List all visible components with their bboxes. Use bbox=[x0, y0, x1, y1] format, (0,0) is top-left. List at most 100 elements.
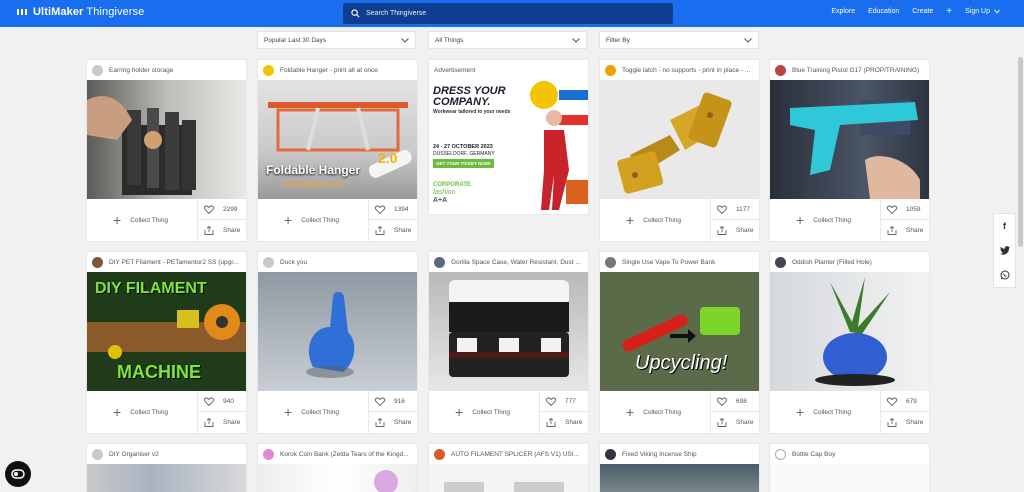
card-title[interactable]: DIY Organiser v2 bbox=[109, 451, 159, 458]
avatar[interactable] bbox=[263, 448, 274, 460]
avatar[interactable] bbox=[605, 448, 616, 460]
thing-image[interactable]: DIY FILAMENT MACHINE bbox=[87, 272, 246, 391]
privacy-settings-button[interactable] bbox=[5, 461, 31, 487]
thing-card[interactable]: Foldable Hanger - print all at once 2.0 … bbox=[257, 59, 418, 242]
avatar[interactable] bbox=[434, 448, 445, 460]
thing-card[interactable]: DIY PET Filament - PETamentor2 SS (upgr.… bbox=[86, 251, 247, 434]
facebook-icon[interactable]: f bbox=[1003, 221, 1006, 231]
avatar[interactable] bbox=[263, 256, 274, 268]
nav-signup[interactable]: Sign Up bbox=[965, 8, 1000, 15]
like-button[interactable]: 1177 bbox=[711, 199, 759, 220]
avatar[interactable] bbox=[263, 64, 274, 76]
thing-card[interactable]: Bottle Cap Boy bbox=[769, 443, 930, 492]
thing-card[interactable]: Oddish Planter (Filled Hole) + Collect Th… bbox=[769, 251, 930, 434]
card-title[interactable]: AUTO FILAMENT SPLICER (AFS V1) USI... bbox=[451, 451, 579, 458]
nav-education[interactable]: Education bbox=[868, 8, 899, 15]
twitter-icon[interactable] bbox=[999, 246, 1010, 255]
thing-card[interactable]: Fixed Viking Incense Ship bbox=[599, 443, 760, 492]
card-title[interactable]: Blue Training Pistol G17 (PROP/TRAINING) bbox=[792, 67, 919, 74]
thing-image[interactable] bbox=[87, 80, 246, 199]
card-title[interactable]: Korok Coin Bank (Zelda Tears of the King… bbox=[280, 451, 409, 458]
share-button[interactable]: Share bbox=[711, 220, 759, 241]
share-button[interactable]: Share bbox=[540, 412, 588, 433]
card-title[interactable]: Duck you bbox=[280, 259, 307, 266]
card-title[interactable]: DIY PET Filament - PETamentor2 SS (upgr.… bbox=[109, 259, 238, 266]
ad-cta-button[interactable]: GET YOUR TICKET NOW! bbox=[433, 159, 494, 168]
card-title[interactable]: Toggle latch - no supports - print in pl… bbox=[622, 67, 750, 74]
advertisement-card[interactable]: Advertisement DRESS YOUR COMPANY. Workwe… bbox=[428, 59, 589, 215]
card-title[interactable]: Foldable Hanger - print all at once bbox=[280, 67, 378, 74]
card-title[interactable]: Earring holder storage bbox=[109, 67, 173, 74]
thing-image[interactable] bbox=[770, 464, 929, 492]
avatar[interactable] bbox=[775, 64, 786, 76]
collect-thing-button[interactable]: + Collect Thing bbox=[87, 199, 197, 241]
thing-card[interactable]: Earring holder storage + Collect Thing 22… bbox=[86, 59, 247, 242]
collect-thing-button[interactable]: + Collect Thing bbox=[87, 391, 197, 433]
collect-thing-button[interactable]: + Collect Thing bbox=[258, 199, 368, 241]
like-button[interactable]: 916 bbox=[369, 391, 417, 412]
share-button[interactable]: Share bbox=[881, 220, 929, 241]
like-button[interactable]: 698 bbox=[711, 391, 759, 412]
share-button[interactable]: Share bbox=[198, 220, 246, 241]
thing-card[interactable]: Single Use Vape To Power Bank Upcycling!… bbox=[599, 251, 760, 434]
thing-image[interactable] bbox=[258, 272, 417, 391]
avatar[interactable] bbox=[605, 256, 616, 268]
nav-explore[interactable]: Explore bbox=[831, 8, 855, 15]
avatar[interactable] bbox=[92, 64, 103, 76]
scrollbar-thumb[interactable] bbox=[1018, 57, 1023, 247]
collect-thing-button[interactable]: + Collect Thing bbox=[770, 391, 880, 433]
filter-by-dropdown[interactable]: Filter By bbox=[599, 31, 759, 49]
thing-image[interactable] bbox=[600, 464, 759, 492]
collect-thing-button[interactable]: + Collect Thing bbox=[600, 391, 710, 433]
thing-image[interactable] bbox=[87, 464, 246, 492]
thing-image[interactable] bbox=[429, 272, 588, 391]
like-button[interactable]: 1059 bbox=[881, 199, 929, 220]
thing-image[interactable] bbox=[258, 464, 417, 492]
card-title[interactable]: Oddish Planter (Filled Hole) bbox=[792, 259, 872, 266]
share-button[interactable]: Share bbox=[369, 220, 417, 241]
sort-dropdown[interactable]: Popular Last 30 Days bbox=[257, 31, 416, 49]
thing-image[interactable] bbox=[600, 80, 759, 199]
like-button[interactable]: 679 bbox=[881, 391, 929, 412]
collect-thing-button[interactable]: + Collect Thing bbox=[600, 199, 710, 241]
card-title[interactable]: Single Use Vape To Power Bank bbox=[622, 259, 715, 266]
thing-image[interactable] bbox=[770, 80, 929, 199]
card-title[interactable]: Fixed Viking Incense Ship bbox=[622, 451, 697, 458]
thing-card[interactable]: Gorilla Space Case, Water Resistant, Dus… bbox=[428, 251, 589, 434]
logo[interactable]: UltiMaker Thingiverse bbox=[16, 6, 144, 18]
like-button[interactable]: 2299 bbox=[198, 199, 246, 220]
avatar[interactable] bbox=[605, 64, 616, 76]
thing-card[interactable]: Toggle latch - no supports - print in pl… bbox=[599, 59, 760, 242]
thing-image[interactable]: Upcycling! bbox=[600, 272, 759, 391]
search-input[interactable]: Search Thingiverse bbox=[343, 3, 673, 24]
thing-image[interactable] bbox=[429, 464, 588, 492]
avatar[interactable] bbox=[775, 448, 786, 460]
collect-thing-button[interactable]: + Collect Thing bbox=[429, 391, 539, 433]
avatar[interactable] bbox=[92, 448, 103, 460]
nav-create[interactable]: Create + bbox=[912, 7, 952, 17]
page-scrollbar[interactable] bbox=[1017, 27, 1024, 492]
avatar[interactable] bbox=[775, 256, 786, 268]
share-button[interactable]: Share bbox=[881, 412, 929, 433]
whatsapp-icon[interactable] bbox=[1000, 270, 1010, 280]
share-button[interactable]: Share bbox=[369, 412, 417, 433]
collect-thing-button[interactable]: + Collect Thing bbox=[770, 199, 880, 241]
thing-card[interactable]: Duck you + Collect Thing 916 Share bbox=[257, 251, 418, 434]
advertisement-banner[interactable]: DRESS YOUR COMPANY. Workwear tailored to… bbox=[429, 80, 588, 213]
thing-card[interactable]: AUTO FILAMENT SPLICER (AFS V1) USI... bbox=[428, 443, 589, 492]
card-title[interactable]: Gorilla Space Case, Water Resistant, Dus… bbox=[451, 259, 581, 266]
thing-image[interactable]: 2.0 Foldable Hanger Print all at once bbox=[258, 80, 417, 199]
share-button[interactable]: Share bbox=[711, 412, 759, 433]
thing-image[interactable] bbox=[770, 272, 929, 391]
thing-card[interactable]: Korok Coin Bank (Zelda Tears of the King… bbox=[257, 443, 418, 492]
collect-thing-button[interactable]: + Collect Thing bbox=[258, 391, 368, 433]
avatar[interactable] bbox=[434, 256, 445, 268]
thing-card[interactable]: Blue Training Pistol G17 (PROP/TRAINING)… bbox=[769, 59, 930, 242]
like-button[interactable]: 777 bbox=[540, 391, 588, 412]
like-button[interactable]: 940 bbox=[198, 391, 246, 412]
category-dropdown[interactable]: All Things bbox=[428, 31, 587, 49]
like-button[interactable]: 1394 bbox=[369, 199, 417, 220]
card-title[interactable]: Bottle Cap Boy bbox=[792, 451, 835, 458]
avatar[interactable] bbox=[92, 256, 103, 268]
thing-card[interactable]: DIY Organiser v2 bbox=[86, 443, 247, 492]
